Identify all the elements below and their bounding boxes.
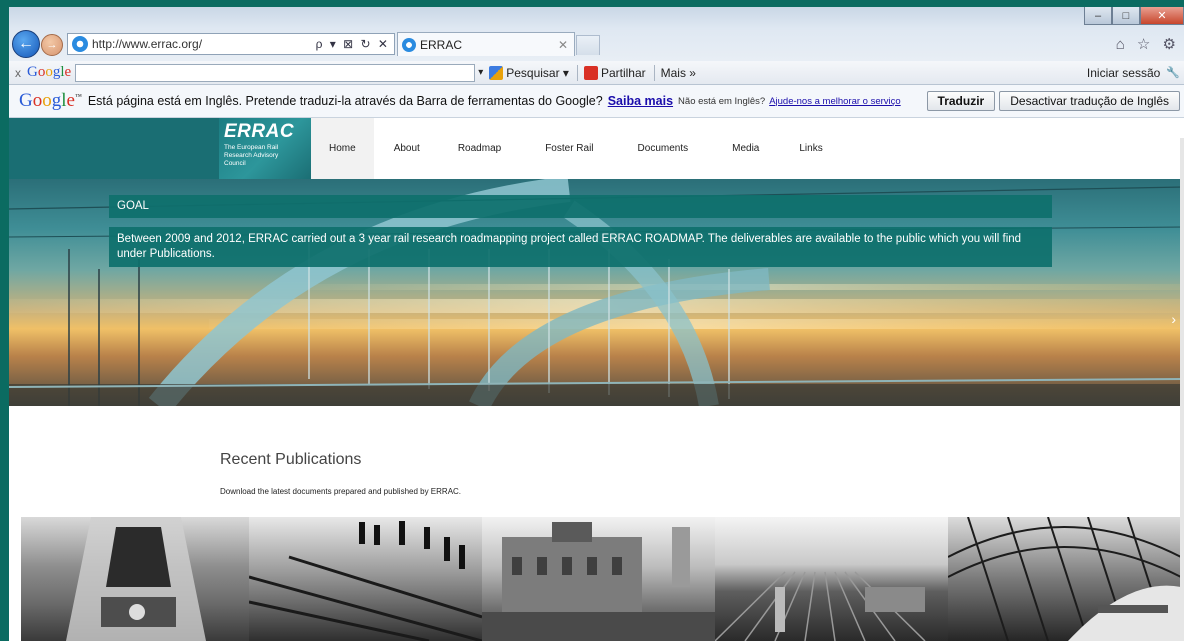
header-teal-block [9,118,219,179]
partilhar-label: Partilhar [600,65,646,80]
toolbar-separator [653,64,655,81]
pesquisar-label: Pesquisar ▾ [506,65,569,80]
search-dropdown-icon[interactable]: ▾ [478,67,483,78]
publication-thumbnails [21,517,1181,641]
menu-item-roadmap[interactable]: Roadmap [440,118,523,179]
browser-window: – □ ✕ ← → http://www.errac.org/ ρ ▾ ⊠ ↻ … [9,7,1184,641]
site-header: ERRAC The European Rail Research Advisor… [9,118,1184,179]
publication-thumb-station-roof[interactable] [948,517,1181,641]
menu-item-media[interactable]: Media [710,118,781,179]
navigation-row: ← → http://www.errac.org/ ρ ▾ ⊠ ↻ ✕ ERRA… [9,29,1184,59]
mais-button[interactable]: Mais » [661,66,696,80]
logo-subtitle: The European Rail Research Advisory Coun… [224,144,307,168]
main-menu: Home About Roadmap Foster Rail Documents… [311,118,841,179]
hero-banner: GOAL Between 2009 and 2012, ERRAC carrie… [9,179,1184,406]
web-page: ERRAC The European Rail Research Advisor… [9,118,1184,641]
google-search-input[interactable] [75,63,476,82]
maximize-button[interactable]: □ [1112,7,1140,25]
partilhar-button[interactable]: Partilhar [583,65,646,80]
ie-page-icon [72,36,88,52]
browser-chrome: – □ ✕ ← → http://www.errac.org/ ρ ▾ ⊠ ↻ … [9,7,1184,61]
translate-bar: Google™ Está página está em Inglês. Pret… [9,85,1184,118]
tab-close-icon[interactable]: ✕ [558,38,574,52]
google-toolbar-logo: Google [27,64,72,80]
google-search-icon [489,65,504,80]
logo-brand: ERRAC [224,121,295,142]
translate-button[interactable]: Traduzir [926,91,996,111]
station-building-image [482,522,715,641]
learn-more-link[interactable]: Saiba mais [608,94,673,108]
mais-label: Mais » [660,65,696,80]
address-url[interactable]: http://www.errac.org/ [92,37,316,51]
home-favorites-tools-icons[interactable]: ⌂ ☆ ⚙ [1116,35,1180,53]
arrow-left-icon: ← [18,35,34,52]
address-controls[interactable]: ρ ▾ ⊠ ↻ ✕ [316,37,394,51]
recent-publications-title: Recent Publications [220,451,362,468]
errac-logo[interactable]: ERRAC The European Rail Research Advisor… [219,118,311,179]
ie-tab-icon [402,37,416,52]
new-tab-button[interactable] [576,35,600,55]
google-toolbar: x Google ▾ Pesquisar ▾ Partilhar Mais » … [9,61,1184,85]
logo-line-1: The European Rail [224,144,279,151]
forward-button[interactable]: → [41,34,63,56]
tracks-crowd-image [249,521,482,641]
help-improve-link[interactable]: Ajude-nos a melhorar o serviço [769,96,900,107]
toolbar-close-icon[interactable]: x [9,66,27,80]
wrench-icon[interactable]: 🔧 [1166,66,1180,79]
toolbar-separator [576,64,578,81]
pesquisar-button[interactable]: Pesquisar ▾ [489,65,569,80]
arrow-right-icon: → [46,39,58,51]
not-english-text: Não está em Inglês? [678,95,766,107]
logo-line-2: Research Advisory [224,152,279,159]
translate-message: Está página está em Inglês. Pretende tra… [87,94,603,108]
hero-goal-text: Between 2009 and 2012, ERRAC carried out… [109,227,1052,267]
publication-thumb-crowd-tracks[interactable] [249,517,482,641]
trademark-mark: ™ [74,92,82,101]
station-roof-image [948,517,1181,641]
menu-item-documents[interactable]: Documents [616,118,711,179]
page-scrollbar[interactable] [1180,138,1184,641]
address-bar[interactable]: http://www.errac.org/ ρ ▾ ⊠ ↻ ✕ [67,33,395,55]
publication-thumb-rail-yard[interactable] [715,517,948,641]
share-icon [583,65,598,80]
back-button[interactable]: ← [12,30,40,58]
publication-thumb-train-front[interactable] [21,517,249,641]
menu-item-links[interactable]: Links [781,118,840,179]
tab-errac[interactable]: ERRAC ✕ [397,32,575,56]
rail-yard-image [715,571,926,641]
logo-line-3: Council [224,160,246,167]
publication-thumb-station-building[interactable] [482,517,715,641]
signin-link[interactable]: Iniciar sessão [1087,66,1160,80]
recent-publications-description: Download the latest documents prepared a… [220,487,462,496]
train-front-image [66,517,206,641]
disable-translation-button[interactable]: Desactivar tradução de Inglês [999,91,1180,111]
window-controls: – □ ✕ [1084,7,1184,25]
google-translate-logo: Google™ [19,90,82,111]
carousel-next-icon[interactable]: › [1171,311,1176,327]
menu-item-home[interactable]: Home [311,118,374,179]
minimize-button[interactable]: – [1084,7,1112,25]
hero-goal-label: GOAL [109,195,1052,218]
menu-item-about[interactable]: About [374,118,440,179]
close-window-button[interactable]: ✕ [1140,7,1184,25]
menu-item-foster-rail[interactable]: Foster Rail [523,118,615,179]
tab-title: ERRAC [420,37,463,52]
